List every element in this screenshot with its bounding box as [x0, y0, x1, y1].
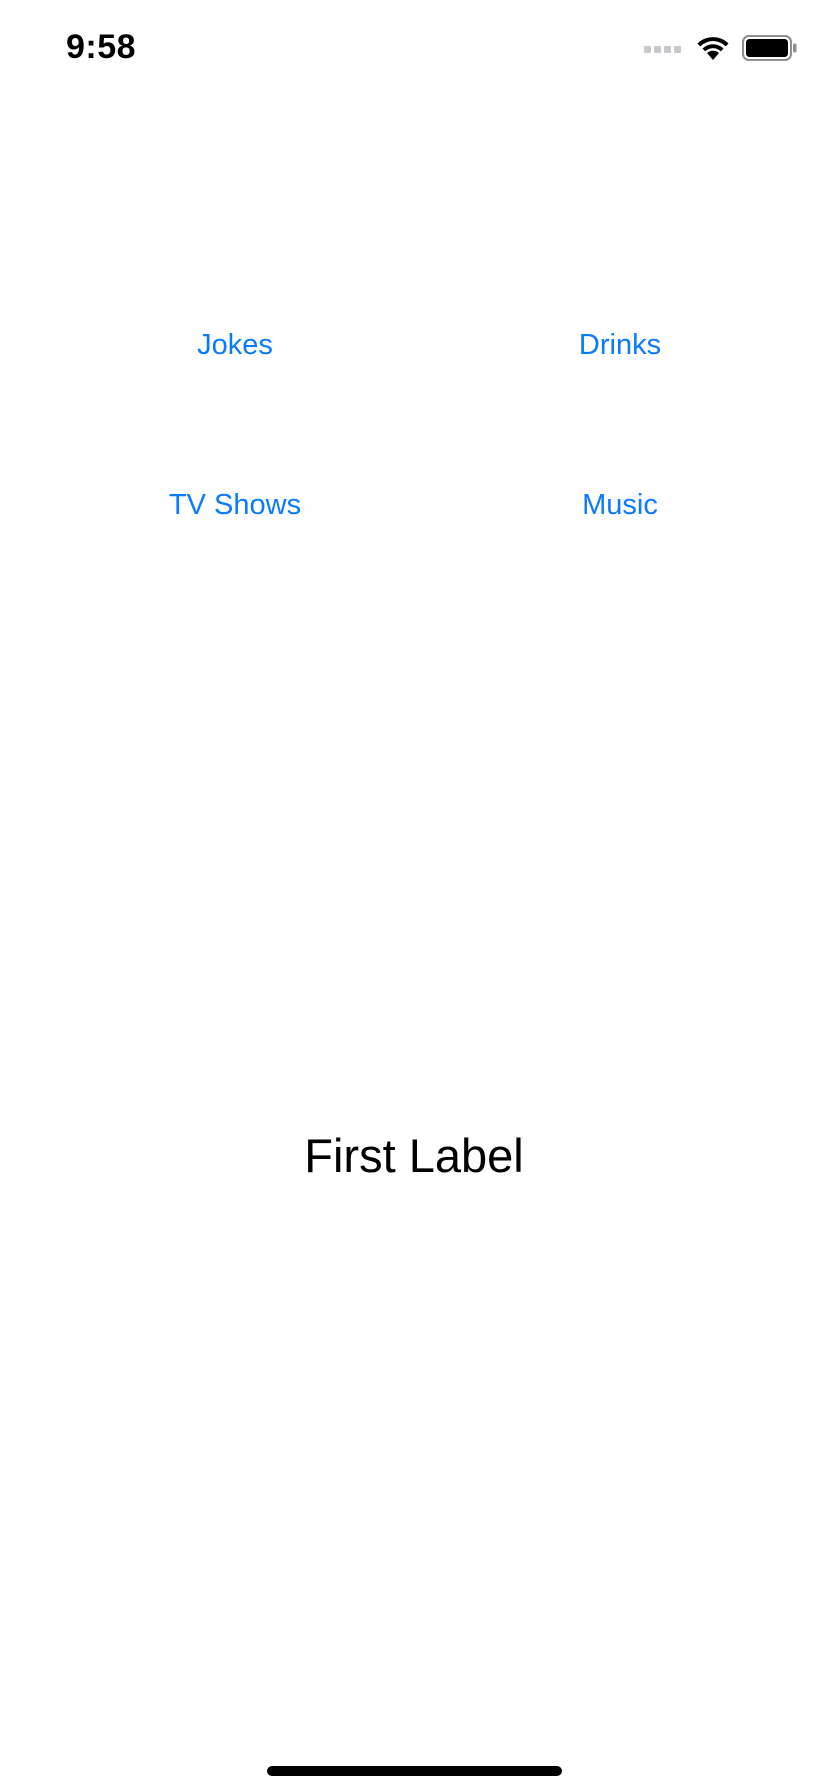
status-bar: 9:58: [0, 0, 828, 100]
jokes-button[interactable]: Jokes: [85, 315, 385, 375]
drinks-button[interactable]: Drinks: [470, 315, 770, 375]
wifi-icon: [696, 35, 730, 66]
cellular-signal-icon: [644, 41, 684, 59]
status-time: 9:58: [66, 28, 137, 66]
home-indicator[interactable]: [267, 1766, 562, 1776]
battery-icon: [742, 34, 798, 66]
tv-shows-button[interactable]: TV Shows: [85, 475, 385, 535]
music-button[interactable]: Music: [470, 475, 770, 535]
status-icons: [644, 34, 798, 66]
first-label: First Label: [304, 1129, 524, 1182]
